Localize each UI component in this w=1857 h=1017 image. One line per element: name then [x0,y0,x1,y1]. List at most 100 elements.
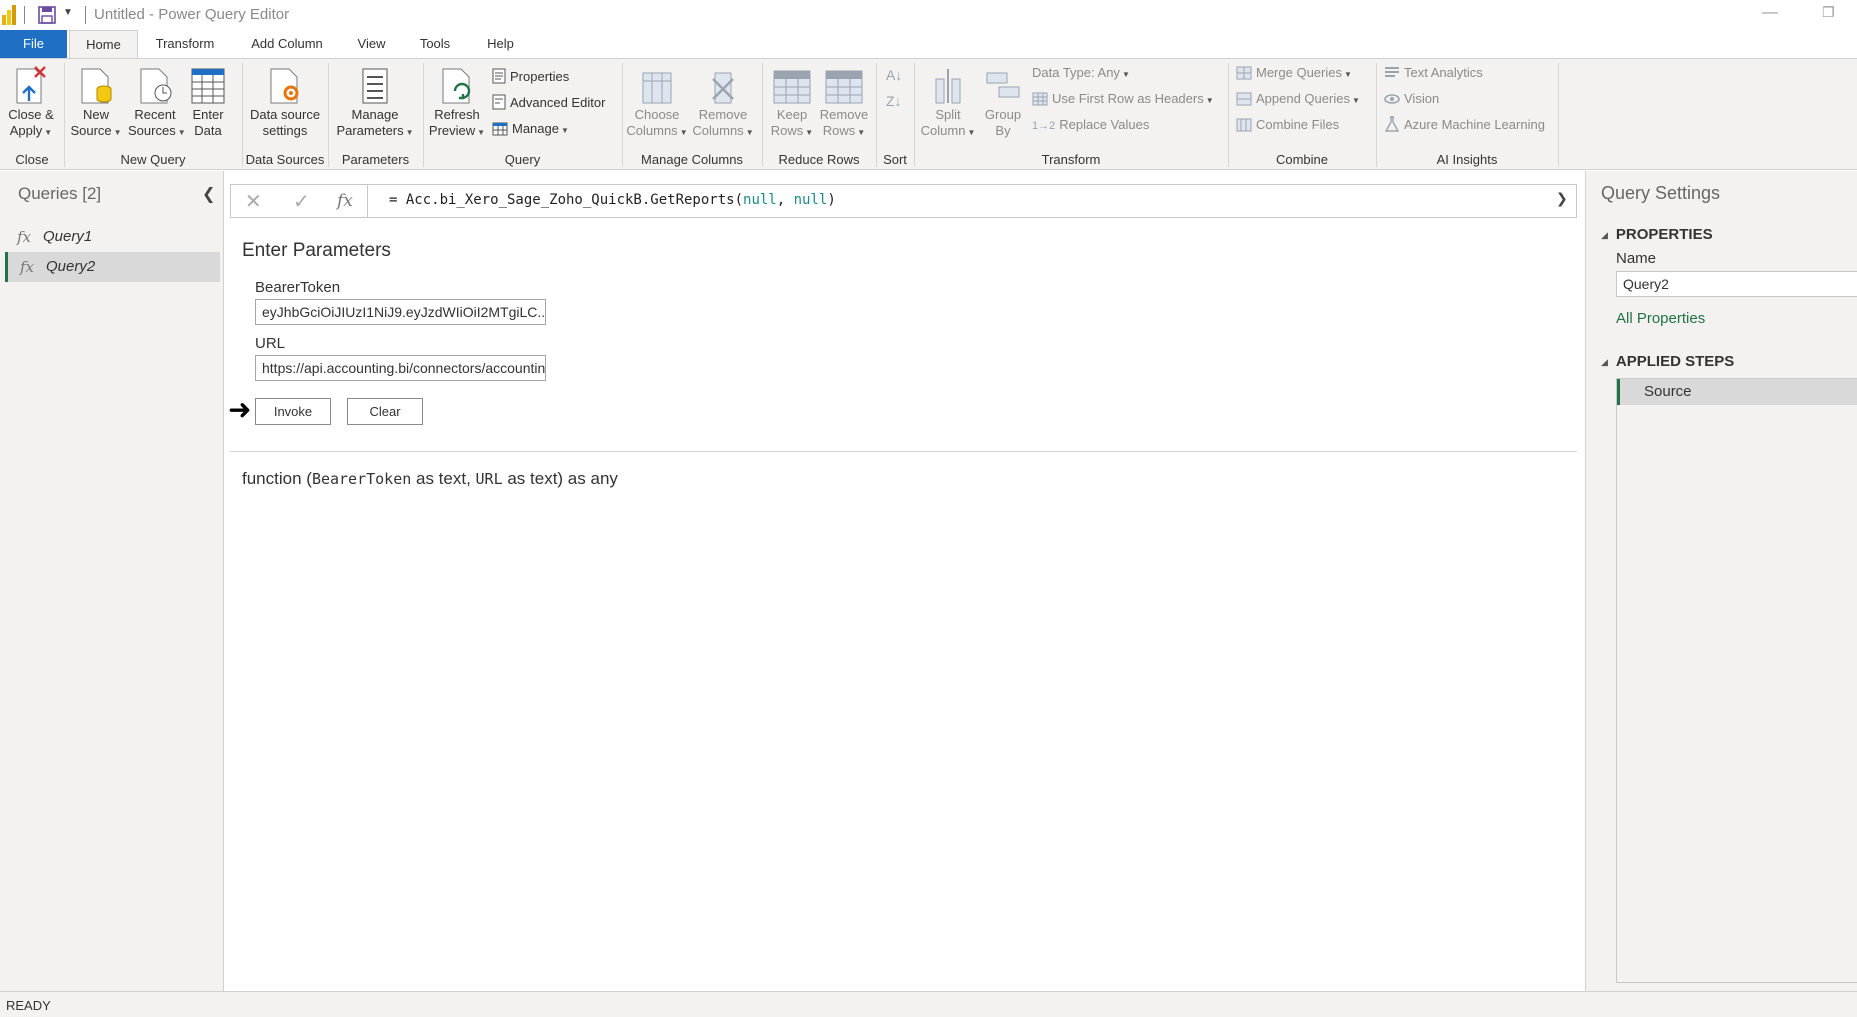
all-properties-link[interactable]: All Properties [1616,310,1705,327]
tab-home[interactable]: Home [69,30,138,59]
collapse-triangle-icon: ◢ [1601,357,1608,367]
keep-rows-button[interactable]: Keep Rows ▼ [766,65,818,141]
sort-descending-button[interactable]: Z↓ [886,91,902,111]
new-source-label: New [82,107,109,122]
formula-keyword: null [793,192,828,208]
group-by-button[interactable]: Group By [980,65,1026,139]
recent-sources-label: Sources [128,123,176,138]
flask-icon [1384,116,1400,132]
queries-header: Queries [2] [18,184,102,203]
cancel-x-icon[interactable]: ✕ [245,189,262,214]
formula-text: ) [827,192,836,208]
advanced-editor-button[interactable]: Advanced Editor [492,93,605,113]
append-queries-button[interactable]: Append Queries ▼ [1236,89,1360,109]
azure-ml-button[interactable]: Azure Machine Learning [1384,115,1545,135]
manage-parameters-label: Parameters [336,123,404,138]
formula-text: = Acc.bi_Xero_Sage_Zoho_QuickB.GetReport… [389,192,744,208]
combine-files-label: Combine Files [1256,117,1340,132]
tab-help[interactable]: Help [478,30,523,58]
invoke-button[interactable]: Invoke [255,398,331,425]
new-source-button[interactable]: New Source ▼ [70,65,122,141]
bearer-token-label: BearerToken [255,279,341,296]
clear-button[interactable]: Clear [347,398,423,425]
applied-steps-label: APPLIED STEPS [1615,353,1735,370]
recent-sources-label: Recent [134,107,176,122]
signature-text: function ( [242,469,312,488]
choose-columns-button[interactable]: Choose Columns ▼ [624,65,690,141]
collapse-chevron-left-icon[interactable]: ❮ [202,184,215,204]
tab-tools[interactable]: Tools [410,30,460,58]
applied-steps-list: Source [1616,378,1857,983]
query-settings-header: Query Settings [1601,183,1721,203]
manage-parameters-button[interactable]: Manage Parameters ▼ [334,65,416,141]
properties-icon [492,68,506,84]
vision-button[interactable]: Vision [1384,89,1439,109]
tab-view[interactable]: View [350,30,393,58]
tab-file[interactable]: File [0,30,67,58]
merge-queries-icon [1236,66,1252,80]
use-first-row-as-headers-button[interactable]: Use First Row as Headers ▼ [1032,89,1214,109]
manage-button[interactable]: Manage ▼ [492,119,569,139]
restore-icon[interactable]: ❐ [1822,4,1835,21]
properties-button[interactable]: Properties [492,67,569,87]
manage-label: Manage [512,121,559,136]
query-name-input[interactable]: Query2 [1616,271,1857,297]
merge-queries-button[interactable]: Merge Queries ▼ [1236,63,1352,83]
url-label: URL [255,335,286,352]
replace-values-icon: 1→2 [1032,120,1056,132]
split-column-icon [935,69,961,104]
data-type-label: Data Type: Any [1032,65,1120,80]
enter-data-icon [191,68,225,104]
function-icon[interactable]: fx [337,191,353,211]
group-separator [1558,63,1559,167]
close-apply-button[interactable]: Close & Apply ▼ [2,65,60,141]
queries-pane: Queries [2] ❮ fx Query1 fx Query2 [0,171,224,991]
properties-section[interactable]: ◢ PROPERTIES [1601,226,1713,243]
step-source[interactable]: Source [1617,379,1857,405]
replace-values-button[interactable]: 1→2 Replace Values [1032,115,1149,135]
commit-check-icon[interactable]: ✓ [293,189,310,214]
tab-transform[interactable]: Transform [146,30,224,58]
remove-columns-label: Remove [698,107,748,122]
tab-add-column[interactable]: Add Column [243,30,331,58]
save-icon[interactable] [38,6,56,24]
query-name: Query1 [43,228,93,245]
enter-data-label: Enter [192,107,224,122]
refresh-preview-label: Preview [428,123,476,138]
remove-columns-button[interactable]: Remove Columns ▼ [690,65,756,141]
enter-data-button[interactable]: Enter Data [186,65,230,139]
formula-bar: ✕ ✓ fx = Acc.bi_Xero_Sage_Zoho_QuickB.Ge… [230,184,1577,218]
query-item-query1[interactable]: fx Query1 [5,222,220,252]
close-apply-icon [16,66,46,104]
data-source-settings-button[interactable]: Data source settings [246,65,324,139]
sort-descending-icon: Z↓ [886,93,902,109]
remove-rows-button[interactable]: Remove Rows ▼ [818,65,870,141]
ribbon: Close & Apply ▼ Close New Source ▼ Recent … [0,58,1857,170]
minimize-icon[interactable]: — [1762,4,1778,22]
function-signature: function (BearerToken as text, URL as te… [242,469,618,489]
sort-ascending-button[interactable]: A↓ [886,65,902,85]
refresh-preview-button[interactable]: Refresh Preview ▼ [428,65,486,141]
group-label-manage-columns: Manage Columns [641,152,743,167]
split-column-button[interactable]: Split Column ▼ [916,65,980,141]
status-text: READY [6,998,51,1013]
group-by-icon [986,72,1020,98]
text-analytics-button[interactable]: Text Analytics [1384,63,1483,83]
data-source-settings-label: settings [262,123,308,138]
formula-expression[interactable]: = Acc.bi_Xero_Sage_Zoho_QuickB.GetReport… [389,192,836,208]
applied-steps-section[interactable]: ◢ APPLIED STEPS [1601,353,1734,370]
url-input[interactable]: https://api.accounting.bi/connectors/acc… [255,355,546,381]
quick-access-dropdown-icon[interactable]: ▼ [63,7,73,18]
data-type-dropdown[interactable]: Data Type: Any ▼ [1032,63,1130,83]
expand-formula-chevron-down-icon[interactable]: ❯ [1556,190,1568,207]
split-column-label: Split [935,107,961,122]
advanced-editor-label: Advanced Editor [510,95,606,110]
recent-sources-button[interactable]: Recent Sources ▼ [128,65,186,141]
enter-data-label: Data [194,123,222,138]
formula-buttons: ✕ ✓ fx [231,185,368,217]
query-item-query2[interactable]: fx Query2 [5,252,220,282]
keep-rows-label: Keep [776,107,808,122]
bearer-token-input[interactable]: eyJhbGciOiJIUzI1NiJ9.eyJzdWIiOiI2MTgiLC.… [255,299,546,325]
function-icon: fx [20,258,35,276]
combine-files-button[interactable]: Combine Files [1236,115,1339,135]
